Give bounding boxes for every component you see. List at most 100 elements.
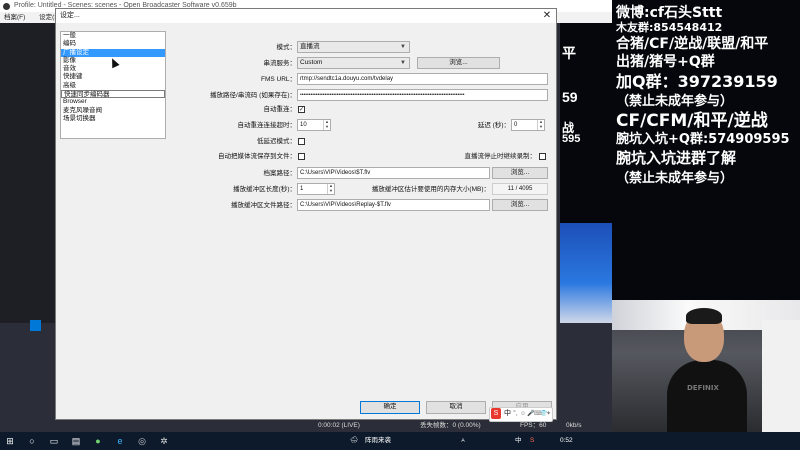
- weather-icon[interactable]: 🌧: [350, 432, 358, 450]
- replay-length-label: 播放缓冲区长度(秒)：: [233, 186, 296, 193]
- ime-punct-icon[interactable]: °,: [513, 408, 518, 420]
- overlay-bleed-2: 59: [562, 89, 578, 105]
- obs-preview-left: [0, 23, 55, 323]
- chevron-down-icon: ▼: [400, 60, 406, 66]
- webcam-feed: DEFINIX: [612, 300, 800, 432]
- reconnect-timeout-stepper[interactable]: 10 ▲ ▼: [297, 119, 331, 131]
- category-encoding[interactable]: 编码: [61, 40, 165, 48]
- autosave-checkbox[interactable]: [298, 153, 305, 160]
- mode-value: 直播流: [300, 43, 320, 50]
- webcam-shirt-text: DEFINIX: [687, 384, 719, 392]
- service-label: 串流服务：: [263, 60, 297, 67]
- keep-recording-label: 直播流停止时继续录制：: [464, 153, 537, 160]
- keep-recording-checkbox[interactable]: [539, 153, 546, 160]
- replay-length-stepper[interactable]: 1 ▲ ▼: [297, 183, 335, 195]
- spin-arrows-icon[interactable]: ▲ ▼: [323, 119, 330, 130]
- obs-app-icon: [3, 3, 10, 10]
- search-icon[interactable]: ○: [26, 435, 38, 447]
- obs-preview-right: 平 59 战 595: [560, 23, 612, 223]
- stream-key-label: 播放路径/串流码 (如果存在)：: [210, 92, 296, 99]
- tray-ime-lang[interactable]: 中: [515, 432, 522, 450]
- file-explorer-icon[interactable]: ▤: [70, 435, 82, 447]
- service-select[interactable]: Custom ▼: [297, 57, 410, 69]
- menu-file[interactable]: 档案(F): [4, 14, 25, 21]
- obs-preview-desktop: [560, 223, 612, 323]
- ime-toolbar[interactable]: S 中 °, ☺ 🎤 ⌨ 👕 ✦: [489, 407, 553, 422]
- replay-length-value: 1: [300, 186, 304, 192]
- service-value: Custom: [300, 59, 323, 66]
- category-advanced[interactable]: 高级: [61, 82, 165, 90]
- cancel-button[interactable]: 取消: [426, 401, 486, 414]
- ime-tools-icon[interactable]: ✦: [546, 408, 551, 420]
- category-quicksync[interactable]: 快速同步编码器: [61, 90, 165, 99]
- task-view-icon[interactable]: ▭: [48, 435, 60, 447]
- fms-url-label: FMS URL：: [260, 76, 296, 83]
- webcam-person-body: [667, 360, 747, 432]
- overlay-line: 腕坑入坑进群了解: [616, 149, 737, 167]
- windows-logo-icon: [30, 320, 41, 331]
- stream-key-input[interactable]: ••••••••••••••••••••••••••••••••••••••••…: [297, 89, 548, 101]
- app-icon-other[interactable]: ✲: [158, 435, 170, 447]
- status-dropped: 丢失帧数：0 (0.00%): [420, 422, 481, 429]
- mode-select[interactable]: 直播流 ▼: [297, 41, 410, 53]
- ime-lang[interactable]: 中: [504, 408, 511, 420]
- overlay-line: 合猪/CF/逆战/联盟/和平: [616, 36, 769, 52]
- overlay-bleed-4: 595: [562, 133, 581, 145]
- status-time: 0:00:02 (LIVE): [318, 422, 360, 429]
- weather-text[interactable]: 阵雨来袭: [365, 432, 391, 450]
- file-path-label: 档案路径：: [263, 170, 297, 177]
- delay-stepper[interactable]: 0 ▲ ▼: [511, 119, 545, 131]
- category-list[interactable]: 一般 编码 广播设定 影像 音效 快捷键 高级 快速同步编码器 Browser …: [60, 31, 166, 139]
- replay-path-label: 播放缓冲区文件路径：: [231, 202, 296, 209]
- app-icon-green[interactable]: ●: [92, 435, 104, 447]
- overlay-line: 加Q群：397239159: [616, 72, 778, 91]
- replay-path-input[interactable]: C:\Users\VIP\Videos\Replay-$T.flv: [297, 199, 490, 211]
- edge-browser-icon[interactable]: e: [114, 435, 126, 447]
- category-broadcast[interactable]: 广播设定: [61, 48, 165, 57]
- dialog-title: 设定...: [60, 12, 80, 19]
- mode-label: 模式：: [276, 44, 297, 51]
- low-latency-checkbox[interactable]: [298, 138, 305, 145]
- overlay-bleed-1: 平: [562, 45, 576, 61]
- status-bitrate: 0kb/s: [566, 422, 582, 429]
- obs-taskbar-icon[interactable]: ◎: [136, 435, 148, 447]
- taskbar-clock[interactable]: 0:52: [560, 432, 573, 450]
- reconnect-timeout-label: 自动重连连接超时：: [237, 122, 297, 129]
- chevron-down-icon: ▼: [400, 44, 406, 50]
- ok-button[interactable]: 确定: [360, 401, 420, 414]
- replay-memory-label: 播放缓冲区估计要使用的内存大小(MB)：: [371, 186, 490, 193]
- autosave-label: 自动把媒体流保存到文件：: [218, 153, 296, 160]
- sogou-logo-icon: S: [491, 408, 501, 419]
- browse-replay-button[interactable]: 浏览...: [492, 199, 548, 211]
- delay-value: 0: [514, 122, 518, 128]
- autoreconnect-label: 自动重连：: [263, 106, 297, 113]
- spin-arrows-icon[interactable]: ▲ ▼: [327, 183, 334, 194]
- tray-chevron-icon[interactable]: ㅅ: [460, 432, 466, 450]
- webcam-chair: [762, 320, 800, 432]
- replay-memory-value: 11 / 4095: [492, 183, 548, 195]
- reconnect-timeout-value: 10: [300, 122, 307, 128]
- category-browser[interactable]: Browser: [61, 98, 165, 106]
- ime-emoji-icon[interactable]: ☺: [520, 408, 526, 420]
- category-noise-gate[interactable]: 麦克风噪音阀: [61, 107, 165, 115]
- category-scene-switcher[interactable]: 场景切换器: [61, 115, 165, 123]
- browse-file-button[interactable]: 浏览...: [492, 167, 548, 179]
- overlay-line: 腕坑入坑+Q群:574909595: [616, 132, 790, 147]
- webcam-person-hair: [686, 308, 722, 324]
- fms-url-input[interactable]: rtmp://sendtc1a.douyu.com/tvdelay: [297, 73, 548, 85]
- taskbar: ⊞ ○ ▭ ▤ ● e ◎ ✲ 🌧 阵雨来袭 ㅅ 中 S 0:52: [0, 432, 800, 450]
- low-latency-label: 低延迟模式：: [257, 138, 296, 145]
- tray-sogou-icon[interactable]: S: [530, 432, 534, 450]
- file-path-input[interactable]: C:\Users\VIP\Videos\$T.flv: [297, 167, 490, 179]
- browse-service-button[interactable]: 浏览...: [417, 57, 500, 69]
- stream-overlay: 微博:cf石头Sttt 木友群:854548412 合猪/CF/逆战/联盟/和平…: [612, 0, 800, 300]
- category-hotkeys[interactable]: 快捷键: [61, 73, 165, 81]
- spin-arrows-icon[interactable]: ▲ ▼: [537, 119, 544, 130]
- overlay-line: （禁止未成年参与）: [616, 171, 734, 186]
- autoreconnect-checkbox[interactable]: ✓: [298, 106, 305, 113]
- category-general[interactable]: 一般: [61, 32, 165, 40]
- start-icon[interactable]: ⊞: [4, 435, 16, 447]
- close-icon[interactable]: ✕: [540, 9, 554, 23]
- settings-dialog: 设定... ✕ 一般 编码 广播设定 影像 音效 快捷键 高级 快速同步编码器 …: [55, 8, 557, 420]
- dialog-titlebar: 设定... ✕: [56, 9, 556, 23]
